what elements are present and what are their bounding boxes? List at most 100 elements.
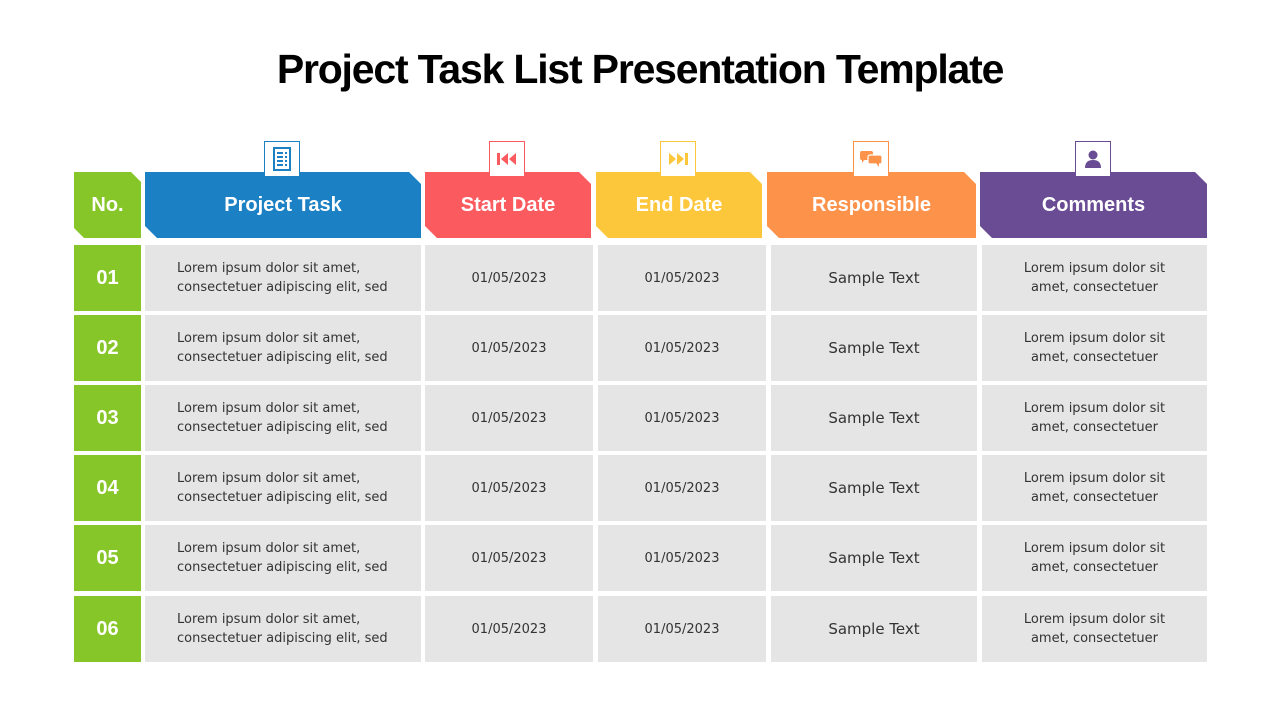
responsible-text: Sample Text [828,620,920,638]
responsible-text: Sample Text [828,409,920,427]
responsible-cell: Sample Text [771,315,977,381]
comments-text: amet, consectetuer [1030,631,1158,646]
end-date-cell: 01/05/2023 [598,245,766,311]
row-number-text: 01 [96,266,119,289]
comments-text: amet, consectetuer [1030,420,1158,435]
start-date-text: 01/05/2023 [471,410,547,426]
header-end-date-label: End Date [635,193,723,216]
responsible-text: Sample Text [828,269,920,287]
responsible-cell: Sample Text [771,596,977,662]
checklist-icon [273,147,291,171]
start-date-text: 01/05/2023 [471,480,547,496]
project-task-cell: Lorem ipsum dolor sit amet, consectetuer … [145,525,421,591]
end-date-text: 01/05/2023 [644,621,720,637]
end-date-cell: 01/05/2023 [598,315,766,381]
comments-text: Lorem ipsum dolor sit [1023,541,1166,556]
start-date-cell: 01/05/2023 [425,385,593,451]
end-date-text: 01/05/2023 [644,270,720,286]
start-date-icon-box [489,141,525,177]
project-task-cell: Lorem ipsum dolor sit amet, consectetuer … [145,596,421,662]
end-date-text: 01/05/2023 [644,410,720,426]
start-date-text: 01/05/2023 [471,340,547,356]
project-task-text: Lorem ipsum dolor sit amet, [177,261,361,276]
comments-cell: Lorem ipsum dolor sit amet, consectetuer [982,525,1207,591]
project-task-text: Lorem ipsum dolor sit amet, [177,612,361,627]
responsible-icon-box [853,141,889,177]
project-task-cell: Lorem ipsum dolor sit amet, consectetuer … [145,245,421,311]
start-date-cell: 01/05/2023 [425,315,593,381]
comments-text: amet, consectetuer [1030,560,1158,575]
row-number-text: 02 [96,336,119,359]
row-number-text: 04 [96,476,119,499]
comments-cell: Lorem ipsum dolor sit amet, consectetuer [982,385,1207,451]
start-date-text: 01/05/2023 [471,621,547,637]
comments-text: Lorem ipsum dolor sit [1023,261,1166,276]
header-comments-label: Comments [1041,193,1146,216]
project-task-text: Lorem ipsum dolor sit amet, [177,471,361,486]
project-task-text: Lorem ipsum dolor sit amet, [177,401,361,416]
responsible-text: Sample Text [828,479,920,497]
comments-text: Lorem ipsum dolor sit [1023,471,1166,486]
responsible-text: Sample Text [828,339,920,357]
project-task-cell: Lorem ipsum dolor sit amet, consectetuer … [145,385,421,451]
comments-text: amet, consectetuer [1030,350,1158,365]
row-number-text: 05 [96,546,119,569]
end-date-cell: 01/05/2023 [598,455,766,521]
header-no: No. [74,172,141,238]
project-task-text: consectetuer adipiscing elit, sed [177,280,388,295]
header-start-date: Start Date [425,172,591,238]
person-icon [1085,150,1101,168]
responsible-cell: Sample Text [771,245,977,311]
header-end-date: End Date [596,172,762,238]
start-date-cell: 01/05/2023 [425,596,593,662]
project-task-cell: Lorem ipsum dolor sit amet, consectetuer … [145,455,421,521]
end-date-text: 01/05/2023 [644,550,720,566]
slide-title: Project Task List Presentation Template [276,46,1005,92]
row-number-cell: 05 [74,525,141,591]
end-date-text: 01/05/2023 [644,340,720,356]
comments-text: amet, consectetuer [1030,490,1158,505]
responsible-text: Sample Text [828,549,920,567]
end-date-cell: 01/05/2023 [598,596,766,662]
end-date-text: 01/05/2023 [644,480,720,496]
project-task-text: consectetuer adipiscing elit, sed [177,631,388,646]
comments-icon-box [1075,141,1111,177]
row-number-cell: 04 [74,455,141,521]
row-number-cell: 02 [74,315,141,381]
project-task-text: consectetuer adipiscing elit, sed [177,420,388,435]
row-number-cell: 03 [74,385,141,451]
chat-bubbles-icon [860,151,883,167]
row-number-cell: 01 [74,245,141,311]
comments-text: amet, consectetuer [1030,280,1158,295]
end-date-icon-box [660,141,696,177]
header-comments: Comments [980,172,1207,238]
responsible-cell: Sample Text [771,525,977,591]
header-project-task-label: Project Task [224,193,342,216]
start-date-text: 01/05/2023 [471,270,547,286]
project-task-text: consectetuer adipiscing elit, sed [177,560,388,575]
start-date-cell: 01/05/2023 [425,245,593,311]
comments-text: Lorem ipsum dolor sit [1023,401,1166,416]
header-start-date-label: Start Date [460,193,556,216]
start-date-cell: 01/05/2023 [425,525,593,591]
project-task-text: Lorem ipsum dolor sit amet, [177,541,361,556]
rewind-icon [497,153,516,165]
row-number-text: 06 [96,617,119,640]
header-no-label: No. [91,193,124,216]
responsible-cell: Sample Text [771,455,977,521]
row-number-text: 03 [96,406,119,429]
row-number-cell: 06 [74,596,141,662]
header-project-task: Project Task [145,172,421,238]
project-task-text: Lorem ipsum dolor sit amet, [177,331,361,346]
comments-cell: Lorem ipsum dolor sit amet, consectetuer [982,245,1207,311]
project-task-text: consectetuer adipiscing elit, sed [177,350,388,365]
project-task-cell: Lorem ipsum dolor sit amet, consectetuer … [145,315,421,381]
project-task-icon-box [264,141,300,177]
start-date-cell: 01/05/2023 [425,455,593,521]
start-date-text: 01/05/2023 [471,550,547,566]
comments-text: Lorem ipsum dolor sit [1023,331,1166,346]
comments-text: Lorem ipsum dolor sit [1023,612,1166,627]
comments-cell: Lorem ipsum dolor sit amet, consectetuer [982,596,1207,662]
project-task-text: consectetuer adipiscing elit, sed [177,490,388,505]
responsible-cell: Sample Text [771,385,977,451]
